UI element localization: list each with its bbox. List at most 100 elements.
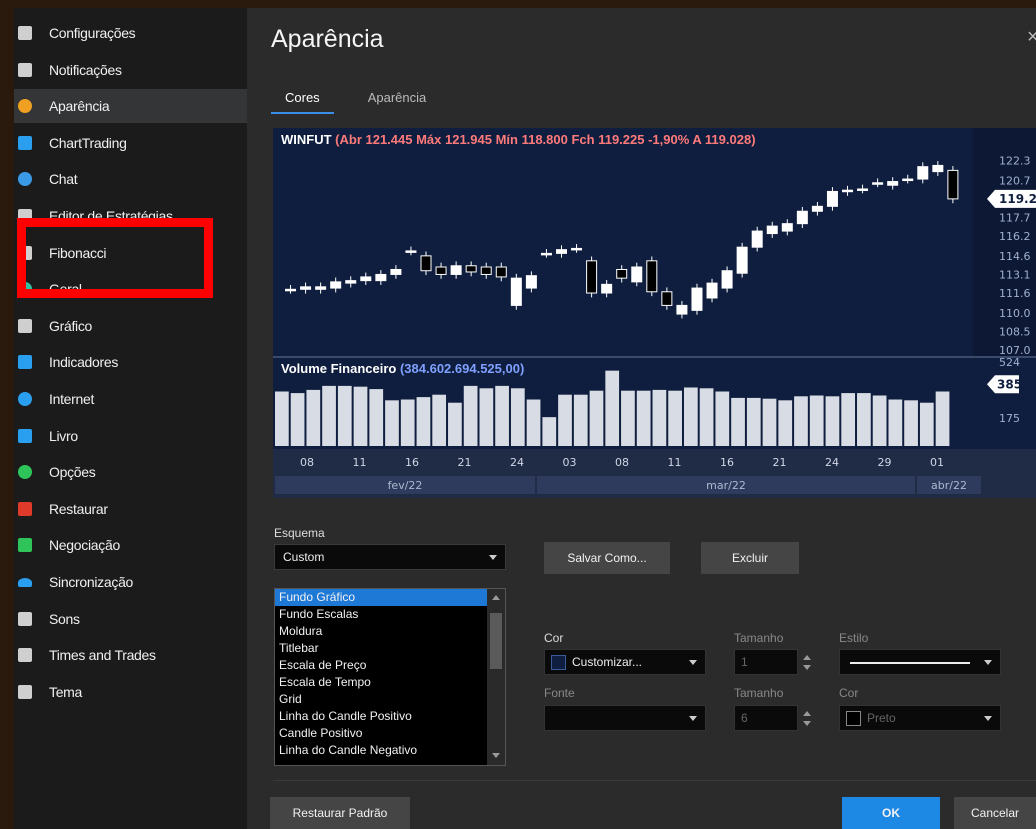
line-style-preview (850, 662, 970, 664)
fibonacci-icon (18, 245, 32, 260)
restore-default-button[interactable]: Restaurar Padrão (270, 797, 410, 829)
size-value: 1 (741, 655, 748, 669)
candle-up (706, 282, 718, 299)
list-item[interactable]: Linha do Candle Positivo (275, 708, 505, 725)
candle-up (360, 276, 372, 282)
candle-up (796, 210, 808, 225)
volume-bar (416, 397, 431, 446)
list-item[interactable]: Linha do Candle Negativo (275, 742, 505, 759)
sidebar-item-editor-de-estrat-gias[interactable]: Editor de Estratégias (14, 199, 247, 233)
sidebar-item-negocia-o[interactable]: Negociação (14, 528, 247, 562)
sidebar-item-fibonacci[interactable]: Fibonacci (14, 236, 247, 270)
volume-bar (558, 394, 572, 446)
sidebar-item-sincroniza-o[interactable]: Sincronização (14, 565, 247, 599)
candle-up (826, 190, 838, 207)
volume-bar (652, 389, 667, 446)
sidebar-item-indicadores[interactable]: Indicadores (14, 345, 247, 379)
scroll-down-icon[interactable] (492, 753, 500, 758)
candle-down (435, 266, 447, 275)
font-size-stepper[interactable] (801, 706, 813, 732)
scroll-up-icon[interactable] (492, 595, 500, 600)
sidebar-item-sons[interactable]: Sons (14, 602, 247, 636)
size-input[interactable]: 1 (734, 649, 811, 675)
sidebar-item-apar-ncia[interactable]: Aparência (14, 89, 247, 124)
cancel-button[interactable]: Cancelar (954, 797, 1036, 829)
style-select[interactable] (839, 649, 1001, 675)
candle-up (842, 189, 854, 193)
volume-bar (904, 400, 918, 446)
volume-bar (400, 399, 415, 446)
candle-up (390, 268, 402, 275)
list-item[interactable]: Escala de Preço (275, 657, 505, 674)
candle-down (420, 255, 432, 272)
list-item[interactable]: Fundo Escalas (275, 606, 505, 623)
chevron-down-icon (489, 555, 497, 560)
save-as-button[interactable]: Salvar Como... (544, 542, 670, 574)
sidebar-item-configura-es[interactable]: Configurações (14, 16, 247, 50)
list-scrollbar[interactable] (487, 589, 505, 765)
volume-bar (872, 395, 887, 446)
candle-up (872, 182, 884, 185)
price-tick-label: 113.1 (999, 268, 1031, 281)
volume-bar (919, 402, 934, 446)
color-select[interactable]: Customizar... (544, 649, 706, 675)
list-item[interactable]: Titlebar (275, 640, 505, 657)
volume-bar (353, 386, 368, 446)
candle-up (525, 275, 537, 289)
color-value: Customizar... (572, 655, 643, 669)
candle-down (495, 266, 507, 278)
tab-cores[interactable]: Cores (271, 90, 334, 114)
tab-aparencia[interactable]: Aparência (354, 90, 441, 114)
sidebar-item-label: Chat (49, 171, 78, 188)
volume-chart-title: Volume Financeiro (384.602.694.525,00) (281, 361, 524, 376)
font-size-input[interactable]: 6 (734, 705, 811, 731)
volume-bar (857, 393, 871, 446)
sidebar-item-tema[interactable]: Tema (14, 675, 247, 709)
list-item[interactable]: Grid (275, 691, 505, 708)
font-select[interactable] (544, 705, 706, 731)
volume-bar (290, 393, 305, 446)
font-color-select[interactable]: Preto (839, 705, 1001, 731)
volume-bar (888, 399, 903, 446)
sidebar-item-op-es[interactable]: Opções (14, 455, 247, 489)
sidebar-item-internet[interactable]: Internet (14, 382, 247, 416)
list-item[interactable]: Moldura (275, 623, 505, 640)
sidebar-item-restaurar[interactable]: Restaurar (14, 492, 247, 526)
schema-select[interactable]: Custom (274, 544, 506, 570)
chart-preview: WINFUT (Abr 121.445 Máx 121.945 Mín 118.… (273, 128, 1036, 498)
font-color-swatch (846, 711, 861, 727)
volume-bar (589, 390, 604, 446)
volume-bar (699, 388, 714, 446)
time-tick-label: 16 (405, 456, 419, 469)
price-tick-label: 108.5 (999, 325, 1031, 338)
sidebar-item-chat[interactable]: Chat (14, 162, 247, 196)
candle-up (857, 188, 869, 191)
price-tick-label: 117.7 (999, 211, 1031, 224)
delete-button[interactable]: Excluir (701, 542, 799, 574)
sidebar-item-label: Times and Trades (49, 647, 156, 664)
close-button[interactable]: × (1027, 26, 1036, 49)
candle-down (646, 260, 658, 293)
price-tick-label: 111.6 (999, 287, 1031, 300)
candle-down (586, 260, 598, 294)
sidebar-item-label: Livro (49, 427, 78, 444)
candle-up (555, 249, 567, 254)
sidebar-item-notifica-es[interactable]: Notificações (14, 53, 247, 87)
scroll-thumb[interactable] (490, 613, 502, 669)
list-item[interactable]: Candle Positivo (275, 725, 505, 742)
ok-button[interactable]: OK (842, 797, 940, 829)
element-list[interactable]: Fundo Gráfico Fundo Escalas Moldura Titleba… (274, 588, 506, 766)
sidebar-item-gr-fico[interactable]: Gráfico (14, 309, 247, 343)
candle-down (465, 265, 477, 273)
size-stepper[interactable] (801, 650, 813, 676)
current-volume-label: 385 (997, 377, 1022, 391)
sidebar-item-livro[interactable]: Livro (14, 419, 247, 453)
sidebar-item-geral[interactable]: Geral (14, 272, 247, 306)
sidebar-item-charttrading[interactable]: ChartTrading (14, 126, 247, 160)
volume-tick-label: 175 (999, 412, 1020, 425)
candle-up (751, 230, 763, 248)
sidebar-item-times-and-trades[interactable]: Times and Trades (14, 638, 247, 672)
volume-bar (762, 398, 777, 446)
list-item[interactable]: Escala de Tempo (275, 674, 505, 691)
list-item[interactable]: Fundo Gráfico (275, 589, 505, 606)
